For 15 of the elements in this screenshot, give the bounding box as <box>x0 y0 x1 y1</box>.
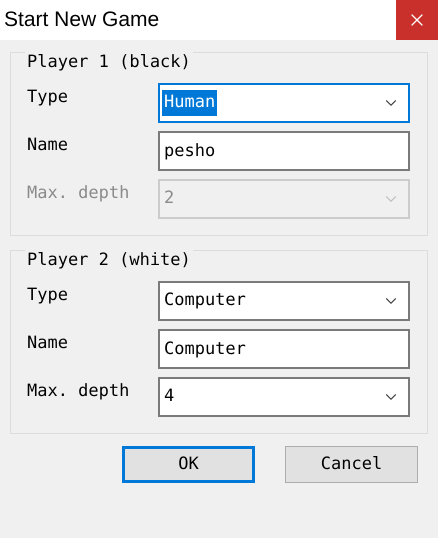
window-title: Start New Game <box>3 7 160 34</box>
field-label: Type <box>26 284 69 307</box>
input-field[interactable]: Computer <box>158 329 410 369</box>
field-label: Name <box>26 332 69 355</box>
dialog-button[interactable]: OK <box>122 446 255 483</box>
field-label: Name <box>26 134 69 157</box>
field-label: Max. depth <box>26 380 130 403</box>
input-field[interactable]: pesho <box>158 131 410 171</box>
dialog-button[interactable]: Cancel <box>285 446 418 483</box>
dropdown[interactable]: Human <box>158 83 410 123</box>
dropdown[interactable]: 4 <box>158 377 410 417</box>
field-label: Type <box>26 86 69 109</box>
field-label: Max. depth <box>26 182 130 205</box>
dropdown[interactable]: Computer <box>158 281 410 321</box>
close-button[interactable] <box>396 0 438 40</box>
